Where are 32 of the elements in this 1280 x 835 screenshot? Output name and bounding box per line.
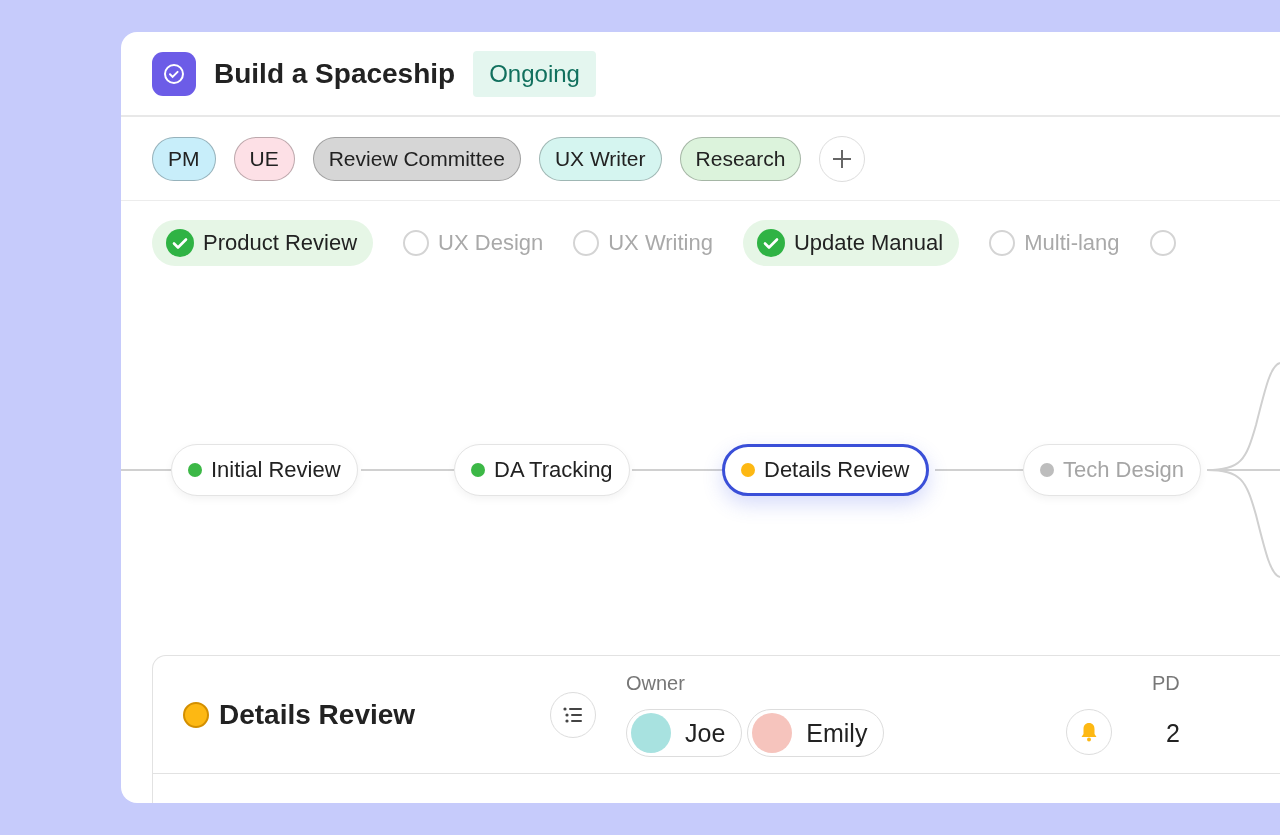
step-item[interactable]: Update Manual [742, 220, 960, 266]
role-tag[interactable]: UE [233, 136, 295, 181]
plus-icon [831, 147, 854, 170]
node-label: Details Review [764, 457, 910, 483]
app-icon [152, 51, 196, 96]
step-label: Update Manual [793, 230, 944, 256]
project-title: Build a Spaceship [214, 57, 456, 90]
flow-node[interactable]: DA Tracking [454, 444, 630, 496]
flow-node[interactable]: Initial Review [171, 444, 358, 496]
bell-icon [1080, 721, 1098, 742]
list-button[interactable] [550, 691, 596, 738]
role-tag[interactable]: PM [152, 136, 216, 181]
pd-label: PD [1152, 672, 1181, 695]
step-item[interactable]: Product Review [152, 220, 374, 266]
detail-title: Details Review [219, 698, 416, 731]
step-label: Product Review [203, 230, 358, 256]
flow-node[interactable]: Details Review [722, 444, 929, 496]
step-label: UX Writing [608, 230, 713, 256]
list-icon [563, 706, 583, 723]
node-label: DA Tracking [494, 457, 613, 483]
role-tag[interactable]: UX Writer [538, 136, 662, 181]
step-label: Multi-lang [1024, 230, 1120, 256]
step-label: UX Design [438, 230, 544, 256]
node-label: Tech Design [1063, 457, 1185, 483]
role-tag[interactable]: Research [679, 136, 802, 181]
role-tag[interactable]: Review Committee [312, 136, 521, 181]
owner-name: Joe [685, 718, 726, 748]
node-label: Initial Review [211, 457, 341, 483]
status-badge: Ongoing [473, 50, 596, 97]
owner-name: Emily [806, 718, 868, 748]
pd-value: 2 [1165, 717, 1181, 749]
owner-label: Owner [626, 672, 686, 695]
